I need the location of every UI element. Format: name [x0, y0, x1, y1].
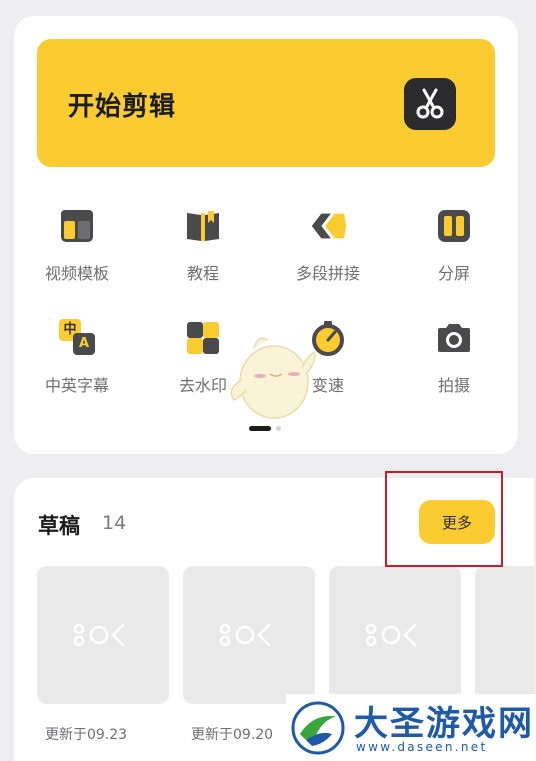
scissors-icon: [416, 88, 444, 119]
start-editing-banner[interactable]: 开始剪辑: [37, 39, 495, 167]
mascot-image: [230, 337, 316, 419]
splice-icon: [311, 213, 347, 239]
subtitle-icon: 中 A: [57, 318, 97, 358]
tool-label: 多段拼接: [295, 264, 360, 283]
tool-camera[interactable]: 拍摄: [399, 318, 509, 408]
draft-date: 更新于09.20: [191, 727, 274, 743]
tool-multi-splice[interactable]: 多段拼接: [273, 206, 383, 296]
tool-label: 拍摄: [437, 376, 470, 395]
draft-thumbnail[interactable]: [475, 566, 534, 704]
watermark-url: www.daseen.net: [356, 740, 488, 754]
subtitle-badge-bottom: A: [73, 333, 95, 355]
draft-date: 更新于09.23: [45, 727, 128, 743]
draft-thumbnail[interactable]: [329, 566, 461, 704]
tool-label: 教程: [186, 264, 219, 283]
start-editing-title: 开始剪辑: [68, 92, 177, 122]
watermark-name: 大圣游戏网: [354, 704, 534, 744]
tool-tutorial[interactable]: 教程: [148, 206, 258, 296]
placeholder-logo-icon: [365, 623, 417, 647]
split-screen-icon: [438, 210, 470, 242]
camera-icon: [438, 324, 470, 352]
tool-bilingual-subtitle[interactable]: 中 A 中英字幕: [22, 318, 132, 408]
tool-label: 中英字幕: [44, 376, 109, 395]
draft-thumbnail[interactable]: [183, 566, 315, 704]
template-icon: [61, 210, 93, 242]
draft-thumbnail[interactable]: [37, 566, 169, 704]
page-dot-active: [249, 426, 271, 431]
page-dot: [276, 426, 281, 431]
tool-label: 视频模板: [44, 264, 109, 283]
tool-video-template[interactable]: 视频模板: [22, 206, 132, 296]
site-watermark: 大圣游戏网 www.daseen.net: [286, 694, 536, 761]
tool-split-screen[interactable]: 分屏: [399, 206, 509, 296]
remove-watermark-icon: [187, 322, 219, 354]
placeholder-logo-icon: [219, 623, 271, 647]
page-indicator: [249, 426, 289, 432]
drafts-count: 14: [102, 512, 127, 534]
highlight-annotation-box: [385, 471, 503, 567]
book-icon: [187, 211, 219, 241]
scissors-button[interactable]: [404, 78, 456, 130]
placeholder-logo-icon: [73, 623, 125, 647]
watermark-logo-icon: [291, 701, 345, 755]
tool-label: 分屏: [437, 264, 470, 283]
drafts-title: 草稿: [38, 514, 80, 538]
